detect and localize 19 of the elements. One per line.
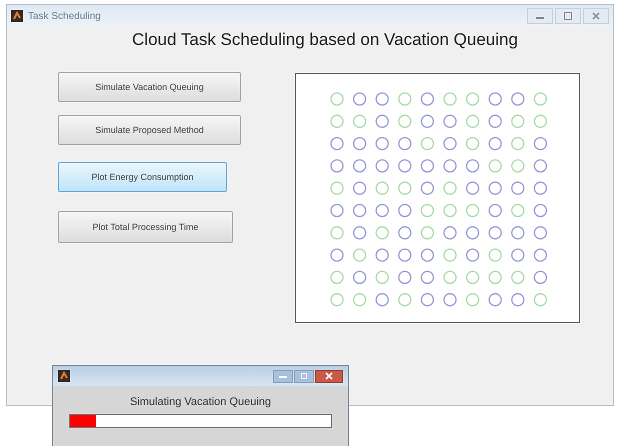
app-icon [58,370,70,382]
progress-message: Simulating Vacation Queuing [128,396,272,408]
minimize-icon [278,373,288,379]
action-button[interactable]: Simulate Vacation Queuing [58,72,241,102]
close-button[interactable] [315,370,343,382]
app-icon [11,10,23,22]
action-button[interactable]: Plot Energy Consumption [58,162,227,192]
action-button[interactable]: Simulate Proposed Method [58,115,241,145]
maximize-icon [299,373,309,379]
minimize-button[interactable] [527,8,553,24]
maximize-button[interactable] [294,370,314,382]
app-heading: Cloud Task Scheduling based on Vacation Queuing [131,30,519,50]
window-title: Task Scheduling [28,10,101,22]
action-button[interactable]: Plot Total Processing Time [58,211,233,243]
maximize-icon [563,12,573,20]
minimize-button[interactable] [273,370,293,382]
maximize-button[interactable] [555,8,581,24]
close-icon [324,372,334,380]
close-icon [591,12,601,20]
